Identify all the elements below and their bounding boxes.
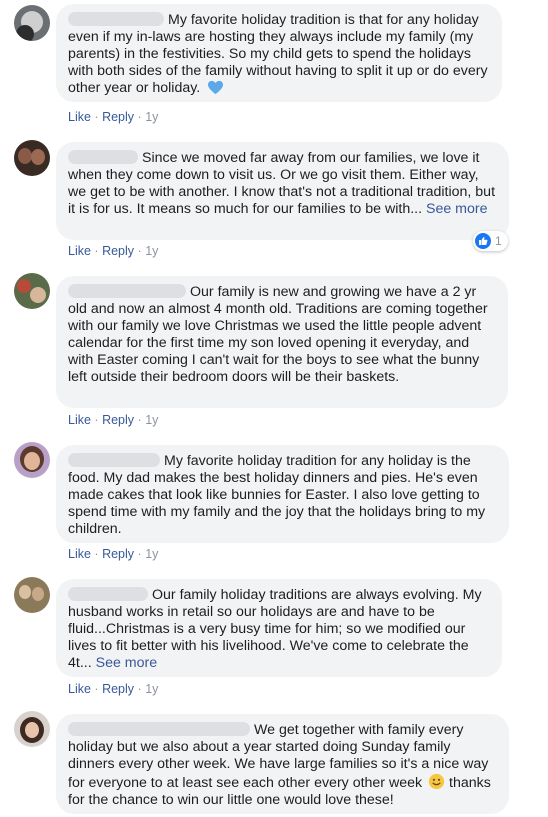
comment-actions: Like · Reply · 1y	[68, 110, 158, 124]
like-link[interactable]: Like	[68, 413, 91, 427]
see-more-link[interactable]: See more	[96, 655, 158, 671]
comment-bubble: Since we moved far away from our familie…	[56, 142, 509, 240]
comment-bubble: My favorite holiday tradition for any ho…	[56, 445, 509, 543]
blue-heart-icon	[208, 80, 224, 95]
reaction-count[interactable]: 1	[473, 231, 508, 251]
like-link[interactable]: Like	[68, 244, 91, 258]
separator: ·	[137, 547, 142, 561]
separator: ·	[94, 413, 99, 427]
author-name[interactable]	[68, 722, 250, 736]
comment-actions: Like · Reply · 1y	[68, 244, 158, 258]
author-name[interactable]	[68, 12, 164, 26]
like-reaction-icon	[475, 233, 491, 249]
reply-link[interactable]: Reply	[102, 244, 134, 258]
avatar[interactable]	[14, 5, 50, 41]
avatar[interactable]	[14, 711, 50, 747]
separator: ·	[94, 244, 99, 258]
like-link[interactable]: Like	[68, 110, 91, 124]
separator: ·	[137, 244, 142, 258]
avatar[interactable]	[14, 140, 50, 176]
like-link[interactable]: Like	[68, 547, 91, 561]
author-name[interactable]	[68, 150, 138, 164]
separator: ·	[137, 110, 142, 124]
author-name[interactable]	[68, 284, 186, 298]
author-name[interactable]	[68, 453, 160, 467]
comment-bubble: We get together with family every holida…	[56, 714, 509, 814]
comment-bubble: Our family holiday traditions are always…	[56, 579, 502, 677]
avatar[interactable]	[14, 442, 50, 478]
separator: ·	[137, 682, 142, 696]
timestamp[interactable]: 1y	[145, 413, 158, 427]
separator: ·	[94, 547, 99, 561]
reply-link[interactable]: Reply	[102, 547, 134, 561]
avatar[interactable]	[14, 577, 50, 613]
reply-link[interactable]: Reply	[102, 413, 134, 427]
see-more-link[interactable]: See more	[426, 201, 488, 217]
comment-actions: Like · Reply · 1y	[68, 547, 158, 561]
timestamp[interactable]: 1y	[145, 682, 158, 696]
comment-actions: Like · Reply · 1y	[68, 413, 158, 427]
separator: ·	[94, 110, 99, 124]
timestamp[interactable]: 1y	[145, 547, 158, 561]
reply-link[interactable]: Reply	[102, 110, 134, 124]
author-name[interactable]	[68, 587, 148, 601]
separator: ·	[94, 682, 99, 696]
timestamp[interactable]: 1y	[145, 110, 158, 124]
comment-bubble: Our family is new and growing we have a …	[56, 276, 508, 408]
separator: ·	[137, 413, 142, 427]
reaction-count-value: 1	[495, 234, 502, 248]
reply-link[interactable]: Reply	[102, 682, 134, 696]
timestamp[interactable]: 1y	[145, 244, 158, 258]
comment-actions: Like · Reply · 1y	[68, 682, 158, 696]
comment-bubble: My favorite holiday tradition is that fo…	[56, 4, 502, 102]
avatar[interactable]	[14, 273, 50, 309]
like-link[interactable]: Like	[68, 682, 91, 696]
comment-text: Our family is new and growing we have a …	[68, 284, 488, 385]
smile-emoji-icon	[428, 773, 445, 790]
